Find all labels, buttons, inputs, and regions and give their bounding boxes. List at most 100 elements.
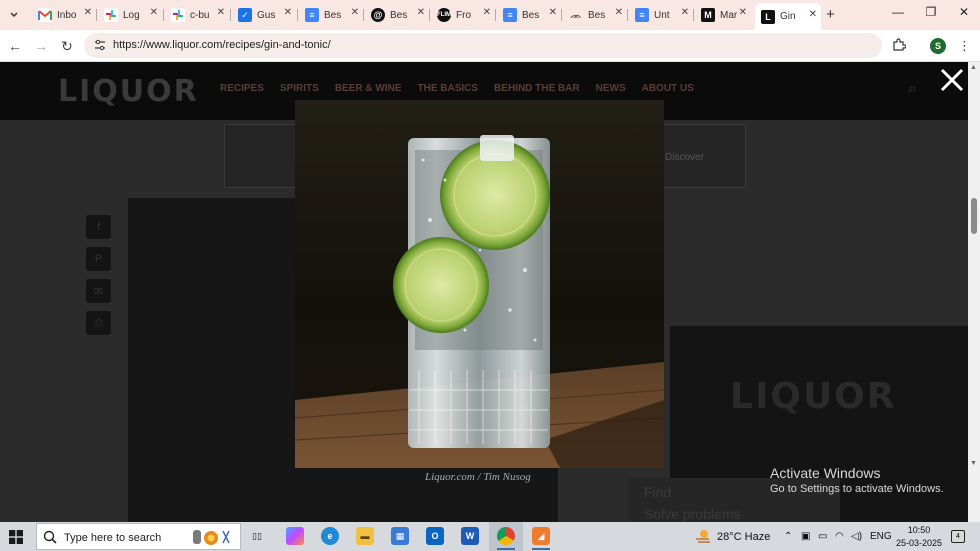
tab-slack-cbu[interactable]: c-bu ✕ (165, 4, 229, 26)
restore-icon[interactable]: ❐ (921, 5, 941, 19)
email-icon[interactable]: ✉ (86, 279, 111, 303)
windows-start-icon[interactable] (9, 530, 23, 544)
task-view-icon[interactable]: ▯▯ (248, 527, 266, 545)
scroll-up-icon[interactable]: ▲ (970, 64, 977, 71)
scroll-down-icon[interactable]: ▼ (970, 460, 977, 467)
file-explorer-icon[interactable]: ▬ (356, 527, 374, 545)
nav-recipes[interactable]: RECIPES (220, 83, 264, 94)
tab-title: Log (123, 9, 140, 21)
reload-icon[interactable]: ↻ (58, 38, 76, 55)
close-icon[interactable]: ✕ (217, 7, 225, 18)
tab-slack-log[interactable]: Log ✕ (98, 4, 162, 26)
new-tab-plus-icon[interactable]: + (826, 6, 835, 23)
tab-bird-best[interactable]: ᨏ Bes ✕ (563, 4, 627, 26)
close-icon[interactable]: ✕ (681, 7, 689, 18)
site-settings-icon[interactable] (94, 39, 106, 51)
docs-icon: ≡ (305, 8, 319, 22)
tab-search-button[interactable] (4, 5, 24, 25)
copilot-icon[interactable] (286, 527, 304, 545)
tab-gmail[interactable]: Inbo ✕ (32, 4, 96, 26)
tray-chevron-up-icon[interactable]: ⌃ (784, 531, 792, 542)
close-icon[interactable]: ✕ (739, 7, 747, 18)
right-ad-logo: LIQUOR (730, 376, 897, 417)
checkbox-icon: ✓ (238, 8, 252, 22)
nav-beer-wine[interactable]: BEER & WINE (335, 83, 402, 94)
facebook-icon[interactable]: f (86, 215, 111, 239)
tab-separator (693, 9, 694, 21)
volume-icon[interactable]: ◁) (851, 531, 862, 542)
weather-haze-icon[interactable] (695, 528, 711, 544)
close-icon[interactable]: ✕ (549, 7, 557, 18)
store-icon[interactable]: ▦ (391, 527, 409, 545)
notification-icon[interactable]: 4 (951, 530, 965, 543)
app-orange-icon[interactable]: ◢ (532, 527, 550, 545)
minimize-icon[interactable]: — (888, 5, 908, 19)
tab-separator (495, 9, 496, 21)
tab-title: Unt (654, 9, 670, 21)
network-icon[interactable]: ◠ (835, 531, 844, 542)
tab-gin-active[interactable]: L Gin ✕ (755, 3, 821, 30)
photo-caption: Liquor.com / Tim Nusog (425, 471, 531, 483)
tab-docs-best-1[interactable]: ≡ Bes ✕ (299, 4, 363, 26)
gmail-icon (38, 8, 52, 22)
bottom-ad-line2: Solve problems (644, 506, 741, 522)
outlook-icon[interactable]: O (426, 527, 444, 545)
weather-text[interactable]: 28°C Haze (717, 531, 770, 543)
window-close-icon[interactable]: ✕ (954, 5, 974, 19)
tab-flim[interactable]: FLIM Fro ✕ (431, 4, 495, 26)
battery-icon[interactable]: ▭ (818, 531, 827, 542)
close-icon[interactable]: ✕ (351, 7, 359, 18)
address-bar[interactable]: https://www.liquor.com/recipes/gin-and-t… (84, 33, 882, 58)
activate-subtitle: Go to Settings to activate Windows. (770, 483, 944, 495)
close-icon[interactable]: ✕ (417, 7, 425, 18)
nav-about-us[interactable]: ABOUT US (642, 83, 694, 94)
tab-separator (96, 9, 97, 21)
tab-title: Bes (324, 9, 342, 21)
extensions-puzzle-icon[interactable] (892, 38, 906, 52)
bottom-ad-line1: Find (644, 484, 672, 500)
site-search-icon[interactable]: ⌕ (908, 80, 917, 98)
print-icon[interactable]: ⎙ (86, 311, 111, 335)
tab-threads-best[interactable]: @ Bes ✕ (365, 4, 429, 26)
search-icon (43, 530, 57, 544)
close-icon[interactable]: ✕ (84, 7, 92, 18)
nav-behind-the-bar[interactable]: BEHIND THE BAR (494, 83, 580, 94)
chrome-icon[interactable] (497, 527, 515, 545)
search-placeholder: Type here to search (64, 532, 162, 544)
page-scrollbar[interactable]: ▲ ▼ (968, 62, 980, 522)
nav-news[interactable]: NEWS (596, 83, 626, 94)
close-icon[interactable]: ✕ (150, 7, 158, 18)
url-text[interactable]: https://www.liquor.com/recipes/gin-and-t… (113, 39, 331, 51)
site-logo[interactable]: LIQUOR (58, 74, 199, 109)
tab-medium[interactable]: M Mar ✕ (695, 4, 751, 26)
tab-docs-untitled[interactable]: ≡ Unt ✕ (629, 4, 693, 26)
tab-title: Bes (390, 9, 408, 21)
tab-separator (363, 9, 364, 21)
close-icon[interactable]: ✕ (615, 7, 623, 18)
nav-spirits[interactable]: SPIRITS (280, 83, 319, 94)
tab-separator (627, 9, 628, 21)
nav-the-basics[interactable]: THE BASICS (417, 83, 478, 94)
threads-icon: @ (371, 8, 385, 22)
system-clock[interactable]: 10:50 25-03-2025 (896, 524, 942, 550)
back-arrow-icon[interactable]: ← (6, 38, 24, 54)
close-icon[interactable]: ✕ (483, 7, 491, 18)
pinterest-icon[interactable]: P (86, 247, 111, 271)
profile-avatar[interactable]: S (930, 38, 946, 54)
close-icon[interactable]: ✕ (809, 9, 817, 20)
tab-title: Gus (257, 9, 276, 21)
forward-arrow-icon[interactable]: → (32, 38, 50, 54)
taskbar-search-box[interactable]: Type here to search (36, 523, 241, 550)
meet-now-icon[interactable]: ▣ (801, 531, 810, 542)
tab-docs-best-2[interactable]: ≡ Bes ✕ (497, 4, 561, 26)
more-menu-icon[interactable]: ⋮ (958, 38, 971, 54)
language-indicator[interactable]: ENG (870, 531, 892, 542)
scroll-thumb[interactable] (971, 198, 977, 234)
lightbox-close-icon[interactable] (938, 66, 966, 94)
search-highlight-icon (193, 530, 230, 545)
edge-icon[interactable]: e (321, 527, 339, 545)
tab-title: c-bu (190, 9, 210, 21)
close-icon[interactable]: ✕ (284, 7, 292, 18)
tab-gus[interactable]: ✓ Gus ✕ (232, 4, 296, 26)
word-icon[interactable]: W (461, 527, 479, 545)
